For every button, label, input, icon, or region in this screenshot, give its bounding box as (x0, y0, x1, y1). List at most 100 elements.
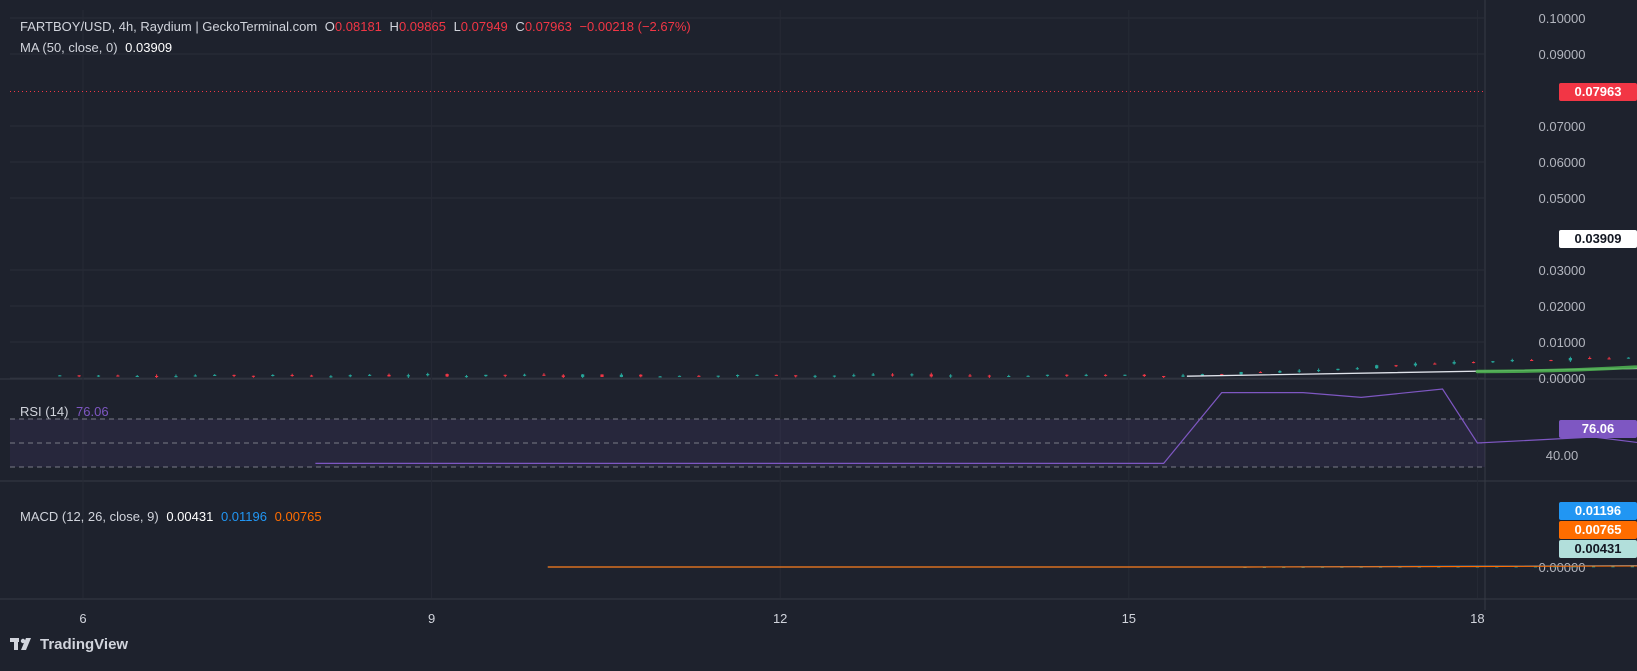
candle-up (1239, 371, 1243, 375)
candle-up (464, 376, 469, 378)
candle-up (910, 374, 914, 376)
ma-value: 0.03909 (125, 40, 173, 55)
price-tick-label: 0.00000 (1539, 371, 1586, 386)
candle-up (484, 374, 488, 377)
l-value: 0.07949 (460, 19, 508, 34)
ma-label[interactable]: MA (50, close, 0) (20, 40, 118, 55)
c-label: C (515, 19, 525, 34)
candle-up (1568, 358, 1572, 361)
candle-down (639, 374, 643, 377)
candle-down (251, 375, 256, 377)
candle-down (1588, 358, 1592, 360)
macd-signal-value: 0.01196 (220, 509, 267, 524)
last-price-tag: 0.07963 (1559, 83, 1637, 101)
rsi-tick-label: 40.00 (1546, 448, 1579, 463)
candle-up (832, 375, 837, 377)
macd-hist-tag: 0.00431 (1559, 540, 1637, 558)
candle-up (174, 376, 178, 378)
macd-orange-tag: 0.00765 (1559, 521, 1637, 539)
price-legend: FARTBOY/USD, 4h, Raydium | GeckoTerminal… (20, 19, 695, 34)
candle-up (1045, 374, 1050, 376)
symbol-title[interactable]: FARTBOY/USD, 4h, Raydium | GeckoTerminal… (20, 19, 317, 34)
candle-up (716, 375, 720, 377)
candle-down (697, 375, 701, 377)
price-tick-label: 0.01000 (1539, 335, 1586, 350)
candle-up (348, 375, 352, 377)
candle-down (561, 375, 565, 377)
candle-up (1123, 374, 1127, 376)
candle-up (871, 374, 875, 376)
rsi-label[interactable]: RSI (14) (20, 404, 68, 419)
time-tick-label: 9 (428, 611, 435, 626)
candle-down (968, 375, 972, 377)
candle-down (116, 375, 120, 377)
candle-up (193, 375, 197, 377)
candle-up (58, 375, 62, 377)
candle-down (1433, 363, 1437, 365)
candle-up (213, 374, 217, 376)
candle-up (1375, 365, 1379, 369)
candle-up (1278, 371, 1282, 373)
candle-up (1200, 374, 1204, 376)
candle-up (1413, 363, 1418, 366)
candle-down (232, 374, 236, 376)
macd-hist-value: 0.00765 (274, 509, 322, 524)
change-value: −0.00218 (−2.67%) (579, 19, 691, 34)
candle-down (1471, 362, 1476, 364)
macd-legend: MACD (12, 26, close, 9) 0.00431 0.01196 … (20, 509, 326, 524)
candle-up (135, 375, 139, 377)
chart-area[interactable]: 0.10000 0.09000 0.07000 0.06000 0.05000 0.030… (0, 0, 1637, 666)
candle-down (1142, 374, 1146, 377)
candle-down (1258, 371, 1263, 373)
brand-name: TradingView (40, 636, 129, 653)
candle-down (154, 375, 159, 377)
candle-up (1084, 374, 1088, 376)
candle-up (735, 375, 740, 377)
macd-value: 0.00431 (166, 509, 214, 524)
h-value: 0.09865 (398, 19, 446, 34)
price-tick-label: 0.07000 (1539, 119, 1586, 134)
candle-up (813, 375, 817, 377)
rsi-tag: 76.06 (1559, 420, 1637, 438)
candle-down (503, 374, 507, 376)
candle-down (1103, 374, 1108, 376)
candle-down (77, 375, 81, 377)
candle-down (1530, 360, 1534, 362)
candle-up (1626, 357, 1631, 359)
chart-svg[interactable]: 0.10000 0.09000 0.07000 0.06000 0.05000 0.030… (0, 0, 1637, 666)
candle-up (271, 375, 275, 377)
candle-up (1026, 375, 1030, 377)
price-pane (10, 10, 1557, 378)
candle-down (1607, 358, 1611, 360)
price-tick-label: 0.09000 (1539, 47, 1586, 62)
time-tick-label: 6 (79, 611, 86, 626)
price-tick-label: 0.10000 (1539, 11, 1586, 26)
macd-label[interactable]: MACD (12, 26, close, 9) (20, 509, 159, 524)
candle-up (1355, 368, 1359, 370)
rsi-value: 76.06 (76, 404, 109, 419)
candle-down (774, 374, 778, 376)
footer-brand[interactable]: TradingView (10, 636, 128, 653)
candle-up (406, 375, 410, 377)
candle-up (1181, 375, 1185, 377)
candle-up (1007, 375, 1011, 377)
time-tick-label: 12 (773, 611, 787, 626)
tradingview-logo-icon (10, 637, 31, 650)
time-tick-label: 15 (1122, 611, 1136, 626)
candle-down (600, 374, 604, 377)
candle-up (426, 374, 430, 376)
l-label: L (453, 19, 461, 34)
candle-down (987, 375, 991, 377)
candle-down (1162, 376, 1166, 378)
c-value: 0.07963 (524, 19, 572, 34)
candle-down (794, 375, 798, 377)
candle-down (542, 374, 546, 376)
h-label: H (389, 19, 399, 34)
candle-up (1316, 370, 1321, 372)
candle-up (329, 376, 333, 378)
o-value: 0.08181 (334, 19, 382, 34)
time-tick-label: 18 (1470, 611, 1484, 626)
macd-blue-tag: 0.01196 (1559, 502, 1637, 520)
candle-down (1065, 374, 1069, 376)
candle-down (1394, 365, 1398, 367)
